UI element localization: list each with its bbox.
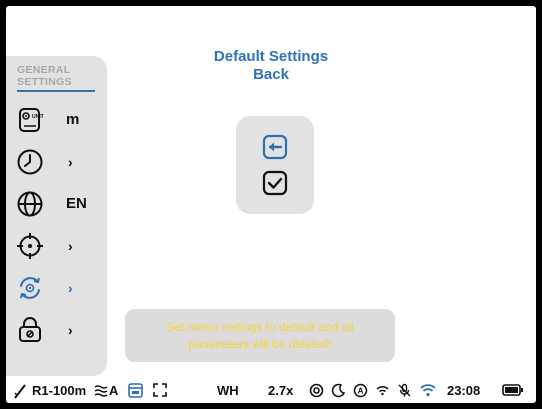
status-bar: R1-100m A WH 2.7x A 23:08 xyxy=(6,378,536,403)
clock-icon xyxy=(16,148,44,176)
wifi-off-icon xyxy=(375,383,390,401)
section-title: GENERAL SETTINGS xyxy=(17,64,95,92)
chevron-right-icon: › xyxy=(68,154,73,170)
confirm-button[interactable] xyxy=(261,169,289,197)
section-title-line2: SETTINGS xyxy=(17,76,72,88)
globe-icon xyxy=(16,190,44,218)
lock-icon xyxy=(16,316,44,344)
sidebar-item-clock[interactable]: › xyxy=(6,145,107,179)
sidebar-item-default-settings[interactable]: › xyxy=(6,271,107,305)
battery-icon xyxy=(502,384,524,402)
calibration-icon xyxy=(94,383,108,401)
crosshair-icon xyxy=(16,232,44,260)
zoom-label: 2.7x xyxy=(268,383,294,398)
color-mode-label: WH xyxy=(217,383,239,398)
chevron-right-icon: › xyxy=(68,238,73,254)
clock-time: 23:08 xyxy=(447,383,481,398)
auto-icon: A xyxy=(353,383,368,401)
mic-off-icon xyxy=(397,383,412,401)
sidebar-item-lock[interactable]: › xyxy=(6,313,107,347)
back-button[interactable] xyxy=(261,133,289,161)
unit-icon: UNIT xyxy=(16,106,44,134)
back-arrow-icon xyxy=(261,133,289,161)
sidebar-item-reticle[interactable]: › xyxy=(6,229,107,263)
calibration-mode: A xyxy=(109,383,119,398)
reset-icon xyxy=(16,274,44,302)
rifle-icon xyxy=(13,383,27,401)
device-screen: GENERAL SETTINGS UNIT m › EN › › › Defau… xyxy=(6,6,536,403)
sidebar-item-language[interactable]: EN xyxy=(6,187,107,221)
warning-message: Set menu settings to default and all par… xyxy=(166,319,354,351)
image-icon xyxy=(128,383,143,401)
section-title-line1: GENERAL xyxy=(17,64,71,76)
settings-sidebar: GENERAL SETTINGS UNIT m › EN › › › xyxy=(6,56,107,376)
frame-icon xyxy=(153,383,167,401)
profile-label: R1-100m xyxy=(32,383,87,398)
wifi-icon xyxy=(420,383,436,401)
chevron-right-icon: › xyxy=(68,280,73,296)
unit-icon-text: UNIT xyxy=(32,114,44,120)
warning-message-box: Set menu settings to default and all par… xyxy=(125,309,395,362)
record-icon xyxy=(309,383,324,401)
night-mode-icon xyxy=(331,383,346,401)
checkbox-check-icon xyxy=(261,169,289,197)
chevron-right-icon: › xyxy=(68,322,73,338)
page-subtitle: Back xyxy=(253,66,289,83)
action-card xyxy=(236,116,314,214)
sidebar-item-unit[interactable]: UNIT m xyxy=(6,103,107,137)
unit-value: m xyxy=(66,111,80,128)
language-value: EN xyxy=(66,195,87,212)
svg-text:A: A xyxy=(358,387,364,396)
page-title: Default Settings xyxy=(213,48,329,65)
